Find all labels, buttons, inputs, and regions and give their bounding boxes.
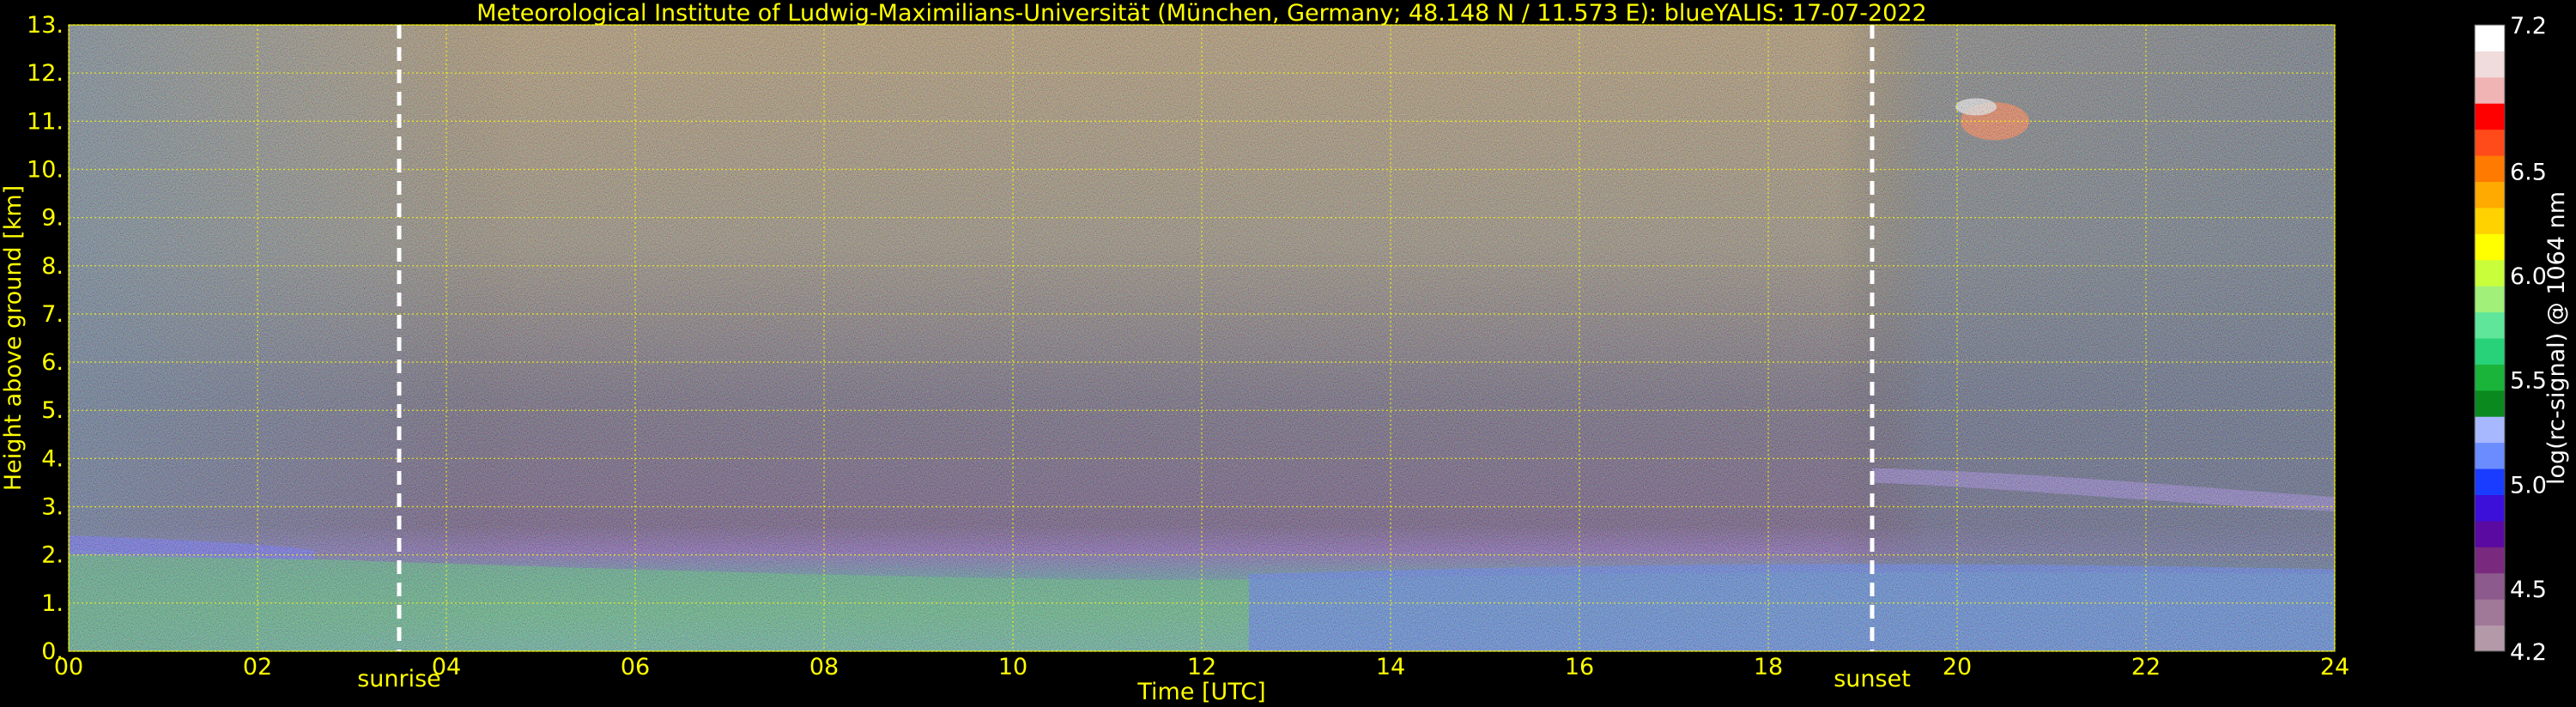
sunrise-label: sunrise: [357, 666, 441, 692]
colorbar-swatch: [2475, 286, 2505, 313]
sunset-label: sunset: [1834, 666, 1911, 692]
colorbar-swatch: [2475, 599, 2505, 626]
y-tick-label: 13.: [27, 12, 64, 39]
x-tick-label: 06: [621, 654, 650, 680]
x-tick-label: 14: [1376, 654, 1405, 680]
chart-title: Meteorological Institute of Ludwig-Maxim…: [476, 0, 1926, 27]
x-axis-label: Time [UTC]: [1136, 679, 1265, 705]
colorbar-swatch: [2475, 364, 2505, 391]
colorbar-tick-label: 4.2: [2510, 639, 2547, 666]
y-tick-label: 8.: [41, 253, 64, 280]
x-tick-label: 20: [1943, 654, 1972, 680]
colorbar-swatch: [2475, 25, 2505, 51]
colorbar-swatch: [2475, 416, 2505, 444]
y-tick-label: 7.: [41, 301, 64, 328]
colorbar-swatch: [2475, 259, 2505, 287]
x-tick-label: 22: [2131, 654, 2161, 680]
colorbar-swatch: [2475, 181, 2505, 208]
colorbar-tick-label: 6.0: [2510, 263, 2547, 290]
colorbar-tick-label: 6.5: [2510, 159, 2547, 185]
colorbar-swatch: [2475, 625, 2505, 652]
x-tick-label: 08: [809, 654, 839, 680]
x-tick-label: 02: [243, 654, 272, 680]
x-tick-label: 10: [998, 654, 1027, 680]
colorbar-tick-label: 5.0: [2510, 472, 2547, 499]
x-tick-label: 18: [1754, 654, 1783, 680]
y-tick-label: 9.: [41, 205, 64, 232]
colorbar-swatch: [2475, 129, 2505, 156]
colorbar-tick-label: 4.5: [2510, 577, 2547, 603]
y-tick-label: 2.: [41, 542, 64, 569]
y-tick-label: 12.: [27, 60, 64, 87]
colorbar-swatch: [2475, 311, 2505, 339]
colorbar-swatch: [2475, 155, 2505, 182]
x-tick-label: 24: [2320, 654, 2349, 680]
colorbar-swatch: [2475, 494, 2505, 522]
colorbar-tick-label: 5.5: [2510, 368, 2547, 395]
colorbar-swatch: [2475, 76, 2505, 104]
colorbar-swatch: [2475, 468, 2505, 495]
colorbar-swatch: [2475, 520, 2505, 547]
colorbar-swatch: [2475, 233, 2505, 261]
y-tick-label: 11.: [27, 108, 64, 135]
colorbar-swatch: [2475, 442, 2505, 469]
y-axis-label: Height above ground [km]: [0, 185, 27, 491]
y-tick-label: 4.: [41, 445, 64, 472]
x-tick-label: 16: [1565, 654, 1594, 680]
colorbar-swatch: [2475, 338, 2505, 365]
colorbar-swatch: [2475, 103, 2505, 130]
y-tick-label: 10.: [27, 156, 64, 183]
y-tick-label: 3.: [41, 494, 64, 521]
colorbar-tick-label: 7.2: [2510, 13, 2547, 39]
colorbar-swatch: [2475, 207, 2505, 234]
colorbar-swatch: [2475, 547, 2505, 574]
y-tick-label: 1.: [41, 590, 64, 617]
colorbar-swatch: [2475, 390, 2505, 417]
x-tick-label: 04: [432, 654, 461, 680]
y-tick-label: 5.: [41, 397, 64, 424]
colorbar-swatch: [2475, 51, 2505, 78]
lidar-chart: sunrise sunset00 02 04 06 08 10 12 14 16 18 20 22 240…: [0, 0, 2570, 705]
x-tick-label: 12: [1187, 654, 1216, 680]
y-tick-label: 6.: [41, 349, 64, 376]
y-tick-label: 0.: [41, 638, 64, 665]
colorbar-swatch: [2475, 572, 2505, 600]
colorbar-label: log(rc-signal) @ 1064 nm: [2543, 191, 2570, 485]
